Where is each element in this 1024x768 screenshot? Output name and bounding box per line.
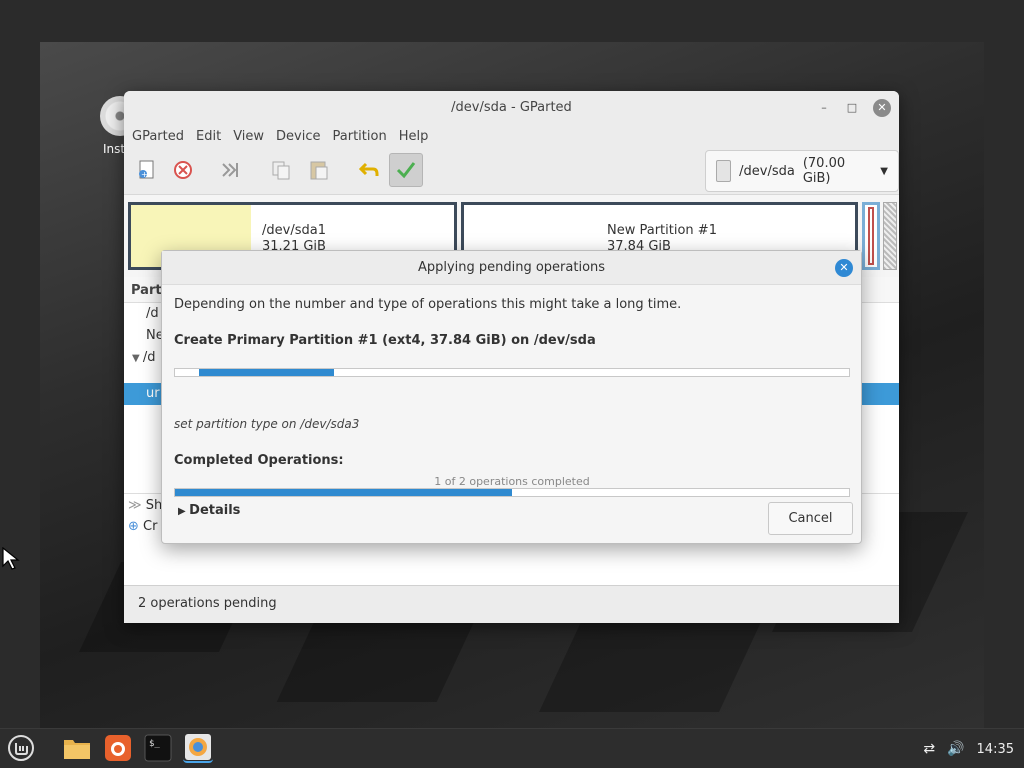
completed-operations-title: Completed Operations: [174,453,344,468]
device-size: (70.00 GiB) [802,156,846,186]
paste-icon [310,161,328,180]
menubar: GParted Edit View Device Partition Help [124,125,899,149]
maximize-button[interactable]: □ [843,99,861,117]
details-expander[interactable]: ▶ Details [178,503,240,518]
operation-progress-fill [199,369,334,376]
svg-text:$_: $_ [149,739,160,749]
delete-icon [174,161,192,179]
resize-move-button[interactable] [214,153,248,187]
new-partition-icon: + [139,160,154,179]
apply-button[interactable] [389,153,423,187]
device-name: /dev/sda [739,163,795,179]
terminal-button[interactable]: $_ [143,733,173,763]
partition-small[interactable] [862,202,880,270]
completed-operations-count: 1 of 2 operations completed [434,475,590,488]
apply-operations-dialog: Applying pending operations ✕ Depending … [161,250,862,544]
svg-text:+: + [141,170,148,179]
completed-progress-bar [174,488,850,497]
partition-name: New Partition #1 [607,223,717,238]
pending-op-label: Cr [143,519,158,534]
dialog-description: Depending on the number and type of oper… [174,297,682,312]
menu-help[interactable]: Help [399,125,437,149]
menu-partition[interactable]: Partition [333,125,395,149]
close-button[interactable]: ✕ [873,99,891,117]
gparted-icon [185,734,211,760]
system-tray: ⇄ 🔊 14:35 [923,729,1014,768]
chevron-down-icon: ▼ [880,165,888,177]
mouse-cursor-icon [2,547,20,570]
firefox-icon [105,735,131,761]
dialog-close-button[interactable]: ✕ [835,259,853,277]
operation-sub-status: set partition type on /dev/sda3 [174,417,360,431]
files-button[interactable] [62,733,92,763]
window-titlebar[interactable]: /dev/sda - GParted – □ ✕ [124,91,899,125]
terminal-icon: $_ [144,734,172,762]
copy-button[interactable] [264,153,298,187]
expander-icon: ▼ [132,353,143,364]
partition-name: /dev/sda1 [262,223,326,238]
paste-button[interactable] [302,153,336,187]
list-item-label: /d [142,350,156,365]
toolbar: + /dev/sda (70.00 GiB) ▼ [124,149,899,195]
menu-view[interactable]: View [233,125,272,149]
clock[interactable]: 14:35 [977,742,1014,757]
network-icon[interactable]: ⇄ [923,741,935,757]
mint-menu-icon [8,735,34,761]
triangle-right-icon: ▶ [178,506,190,517]
disk-icon [716,160,732,182]
resize-move-icon: ≫ [128,498,146,513]
unallocated-space[interactable] [883,202,897,270]
resize-move-icon [222,163,238,177]
delete-button[interactable] [166,153,200,187]
undo-button[interactable] [352,153,386,187]
mint-menu-button[interactable] [6,733,36,763]
minimize-button[interactable]: – [815,99,833,117]
firefox-button[interactable] [103,733,133,763]
menu-device[interactable]: Device [276,125,328,149]
dialog-title: Applying pending operations [417,260,606,275]
volume-icon[interactable]: 🔊 [947,741,964,757]
dialog-titlebar[interactable]: Applying pending operations ✕ [162,251,861,285]
gparted-taskbar-button[interactable] [183,733,213,763]
menu-edit[interactable]: Edit [196,125,229,149]
copy-icon [272,161,290,180]
completed-progress-fill [175,489,512,496]
partition-small-fill [868,207,874,265]
undo-icon [358,162,379,176]
new-partition-button[interactable]: + [130,153,164,187]
operation-progress-bar [174,368,850,377]
pending-op-label: Sh [145,498,163,513]
apply-icon [396,162,416,179]
files-icon [64,740,90,759]
status-bar: 2 operations pending [124,585,899,623]
current-operation: Create Primary Partition #1 (ext4, 37.84… [174,333,596,348]
taskbar: $_ ⇄ 🔊 14:35 [0,728,1024,768]
cancel-button[interactable]: Cancel [768,502,853,535]
device-selector[interactable]: /dev/sda (70.00 GiB) ▼ [705,150,899,192]
window-title: /dev/sda - GParted [451,100,572,115]
menu-gparted[interactable]: GParted [132,125,192,149]
new-partition-icon: ⊕ [128,519,144,534]
details-label: Details [189,503,241,518]
